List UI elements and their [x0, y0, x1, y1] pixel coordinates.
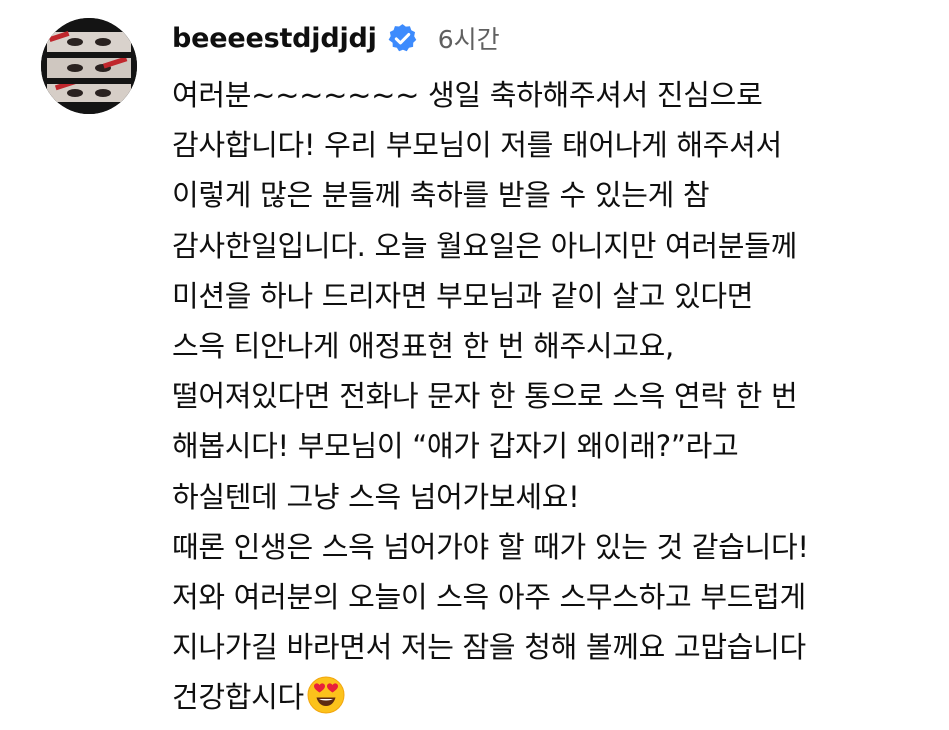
- avatar-image: [41, 18, 137, 114]
- comment-line: 저와 여러분의 오늘이 스윽 아주 스무스하고 부드럽게: [172, 579, 806, 614]
- comment-timestamp[interactable]: 6시간: [438, 20, 500, 56]
- comment-line: 감사한일입니다. 오늘 월요일은 아니지만 여러분들께: [172, 228, 797, 263]
- comment-line: 떨어져있다면 전화나 문자 한 통으로 스윽 연락 한 번: [172, 379, 798, 414]
- comment-line: 지나가길 바라면서 저는 잠을 청해 볼께요 고맙습니다: [172, 630, 806, 665]
- verified-badge-icon: [386, 22, 419, 55]
- comment: beeeestdjdjdj 6시간 여러분~~~~~~~ 생일 축하해주셔서 진…: [0, 0, 949, 723]
- comment-line: 해봅시다! 부모님이 “얘가 갑자기 왜이래?”라고: [172, 429, 739, 464]
- comment-line: 하실텐데 그냥 스윽 넘어가보세요!: [172, 479, 580, 514]
- comment-body: 여러분~~~~~~~ 생일 축하해주셔서 진심으로 감사합니다! 우리 부모님이…: [172, 70, 942, 722]
- comment-line: 이렇게 많은 분들께 축하를 받을 수 있는게 참: [172, 178, 710, 213]
- comment-line: 때론 인생은 스윽 넘어가야 할 때가 있는 것 같습니다!: [172, 529, 809, 564]
- comment-line: 감사합니다! 우리 부모님이 저를 태어나게 해주셔서: [172, 128, 782, 163]
- username[interactable]: beeeestdjdjdj: [172, 23, 377, 54]
- comment-line-text: 건강합시다: [172, 680, 304, 715]
- comment-line: 미션을 하나 드리자면 부모님과 같이 살고 있다면: [172, 278, 754, 313]
- avatar[interactable]: [41, 18, 137, 114]
- heart-eyes-emoji-icon: [306, 675, 346, 715]
- comment-line: 여러분~~~~~~~ 생일 축하해주셔서 진심으로: [172, 78, 763, 112]
- comment-last-line: 건강합시다: [172, 672, 942, 722]
- comment-header: beeeestdjdjdj 6시간: [172, 16, 500, 60]
- comment-line: 스윽 티안나게 애정표현 한 번 해주시고요,: [172, 328, 674, 363]
